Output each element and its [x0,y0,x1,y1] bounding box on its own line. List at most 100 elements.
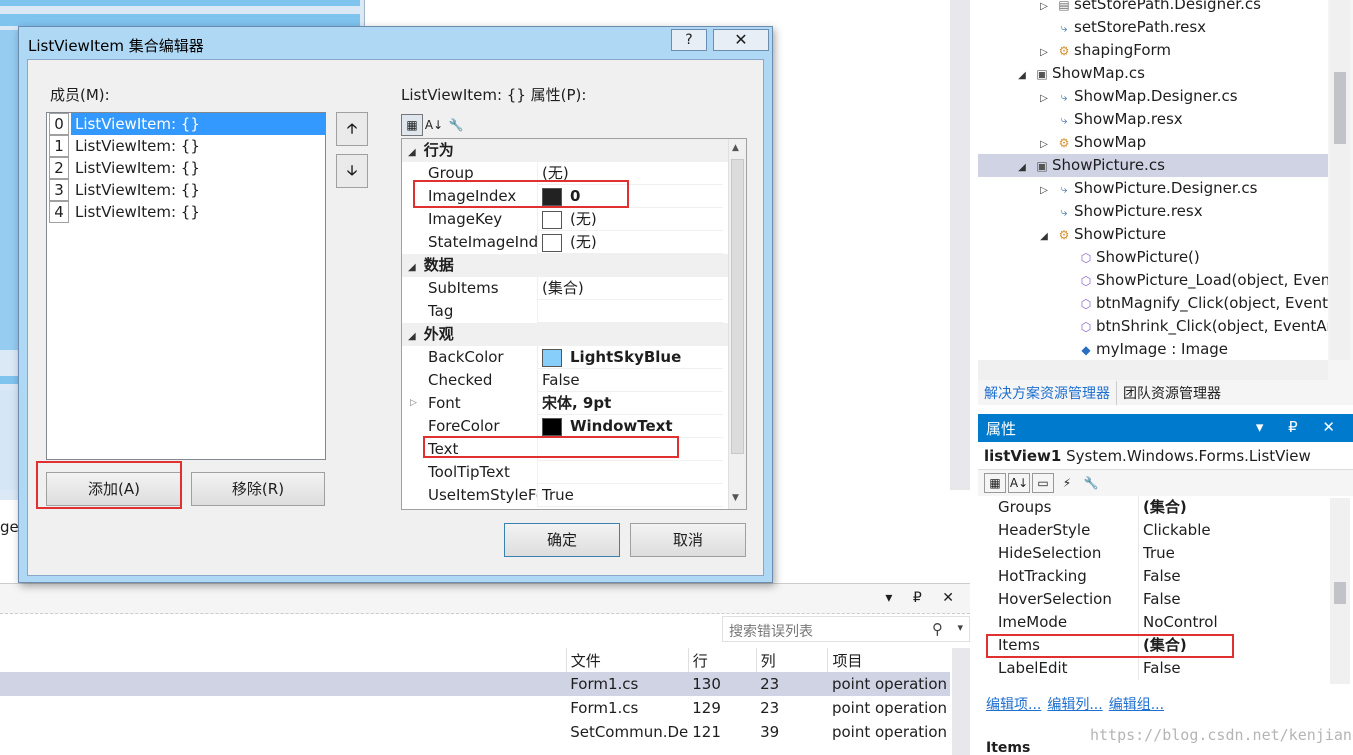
property-row-text[interactable]: Text [402,438,746,461]
tree-node[interactable]: ⤷ setStorePath.resx [1034,16,1206,39]
property-row[interactable]: Checked False [402,369,746,392]
column-header-file[interactable]: 文件 [565,648,689,672]
scroll-up-icon[interactable]: ▲ [732,143,739,153]
expand-icon[interactable]: ▷ [1034,41,1054,64]
events-icon[interactable]: ⚡ [1056,473,1078,493]
property-row[interactable]: Group (无) [402,162,746,185]
tree-node[interactable]: ▷ ⚙ ShowMap [1034,131,1146,154]
table-row[interactable]: SetCommun.De 121 39 point operation [0,720,950,744]
property-row[interactable]: HoverSelection False [978,588,1353,611]
ok-button[interactable]: 确定 [504,523,620,557]
property-row[interactable]: BackColor LightSkyBlue [402,346,746,369]
solution-tree-vscroll[interactable] [1330,0,1350,360]
category-appearance[interactable]: ◢ 外观 [402,323,746,346]
tree-node[interactable]: ⬡ btnShrink_Click(object, EventAr [1076,315,1328,338]
property-list-scrollbar[interactable] [1330,498,1350,684]
properties-window-buttons[interactable]: ▾ ₽ ✕ [1256,418,1345,436]
scroll-thumb[interactable] [1334,582,1346,604]
tree-node[interactable]: ▷ ⤷ ShowPicture.Designer.cs [1034,177,1257,200]
scroll-down-icon[interactable]: ▼ [732,493,739,503]
chevron-down-icon[interactable]: ▾ [957,621,963,634]
close-button[interactable]: ✕ [713,29,769,51]
cancel-button[interactable]: 取消 [630,523,746,557]
expand-icon[interactable]: ▷ [1034,133,1054,156]
table-row[interactable]: Form1.cs 129 23 point operation [0,696,950,720]
move-down-button[interactable]: 🡣 [336,154,368,188]
property-row[interactable]: HideSelection True [978,542,1353,565]
property-row[interactable]: HotTracking False [978,565,1353,588]
expand-icon[interactable]: ▷ [410,392,417,415]
search-icon[interactable]: ⚲ [932,620,943,638]
property-row[interactable]: ImeMode NoControl [978,611,1353,634]
collapse-icon[interactable]: ◢ [1034,225,1054,248]
help-button[interactable]: ? [671,29,707,51]
property-row[interactable]: UseItemStyleForSubItemsTrue [402,484,746,507]
property-pages-icon[interactable]: 🔧 [1080,473,1102,493]
list-item[interactable]: 3 ListViewItem: {} [47,179,325,201]
tree-node[interactable]: ⤷ ShowPicture.resx [1034,200,1203,223]
property-row[interactable]: StateImageIndex(无) [402,231,746,254]
property-row-items[interactable]: Items (集合) [978,634,1353,657]
category-behavior[interactable]: ◢ 行为 [402,139,746,162]
tab-team-explorer[interactable]: 团队资源管理器 [1117,381,1227,405]
property-row[interactable]: ToolTipText [402,461,746,484]
edit-groups-link[interactable]: 编辑组... [1109,697,1164,713]
add-button[interactable]: 添加(A) [46,472,182,506]
remove-button[interactable]: 移除(R) [191,472,325,506]
property-row[interactable]: HeaderStyle Clickable [978,519,1353,542]
error-list-window-buttons[interactable]: ▾ ₽ ✕ [885,590,962,606]
property-grid-scrollbar[interactable]: ▲ ▼ [728,139,746,509]
column-header-col[interactable]: 列 [755,648,828,672]
tree-node[interactable]: ⬡ btnMagnify_Click(object, Event [1076,292,1328,315]
property-row[interactable]: ForeColor WindowText [402,415,746,438]
solution-tree-hscroll[interactable] [978,360,1328,380]
members-list[interactable]: 0 ListViewItem: {} 1 ListViewItem: {} 2 Lis… [46,112,326,460]
tree-node[interactable]: ⤷ ShowMap.resx [1034,108,1183,131]
scroll-thumb[interactable] [731,159,744,454]
list-item[interactable]: 2 ListViewItem: {} [47,157,325,179]
tree-node-selected[interactable]: ◢ ▣ ShowPicture.cs [978,154,1328,177]
edit-columns-link[interactable]: 编辑列... [1047,697,1102,713]
property-row[interactable]: LabelEdit False [978,657,1353,680]
category-data[interactable]: ◢ 数据 [402,254,746,277]
categorized-icon[interactable]: ▦ [401,114,423,136]
object-selector[interactable]: listView1 System.Windows.Forms.ListView [978,442,1353,470]
tree-node[interactable]: ◆ myImage : Image [1076,338,1228,360]
collapse-icon[interactable]: ◢ [1012,64,1032,87]
collapse-icon[interactable]: ◢ [408,262,416,273]
collapse-icon[interactable]: ◢ [408,147,416,158]
imageindex-value[interactable]: 0 [538,185,723,208]
tree-node[interactable]: ◢ ▣ ShowMap.cs [1012,62,1145,85]
property-row[interactable]: SubItems (集合) [402,277,746,300]
property-row[interactable]: ImageKey (无) [402,208,746,231]
categorized-icon[interactable]: ▦ [984,473,1006,493]
collapse-icon[interactable]: ◢ [1012,156,1032,179]
property-pages-icon[interactable]: 🔧 [445,114,467,136]
table-row[interactable]: Form1.cs 130 23 point operation [0,672,950,696]
property-row[interactable]: Tag [402,300,746,323]
alphabetical-icon[interactable]: A↓ [1008,473,1030,493]
error-list-search[interactable]: 搜索错误列表 ⚲ ▾ [722,616,970,642]
property-row-imageindex[interactable]: ImageIndex 0 [402,185,746,208]
tree-node[interactable]: ⬡ ShowPicture() [1076,246,1200,269]
expand-icon[interactable]: ▷ [1034,179,1054,202]
list-item[interactable]: 0 ListViewItem: {} [47,113,325,135]
edit-items-link[interactable]: 编辑项... [986,697,1041,713]
list-item[interactable]: 1 ListViewItem: {} [47,135,325,157]
scroll-thumb[interactable] [1334,72,1346,144]
alphabetical-icon[interactable]: A↓ [423,114,445,136]
column-header-line[interactable]: 行 [687,648,757,672]
list-item[interactable]: 4 ListViewItem: {} [47,201,325,223]
move-up-button[interactable]: 🡡 [336,112,368,146]
property-row[interactable]: ▷ Font 宋体, 9pt [402,392,746,415]
tree-node[interactable]: ▷ ⚙ shapingForm [1034,39,1171,62]
tree-node[interactable]: ▷ ⤷ ShowMap.Designer.cs [1034,85,1237,110]
expand-icon[interactable]: ▷ [1034,87,1054,110]
tree-node[interactable]: ▷ ▤ setStorePath.Designer.cs [1034,0,1261,16]
error-list-scrollbar[interactable] [952,648,970,755]
tree-node[interactable]: ⬡ ShowPicture_Load(object, Even [1076,269,1328,292]
property-row[interactable]: Groups (集合) [978,496,1353,519]
tree-node[interactable]: ◢ ⚙ ShowPicture [1034,223,1166,246]
tab-solution-explorer[interactable]: 解决方案资源管理器 [978,381,1117,405]
properties-icon[interactable]: ▭ [1032,473,1054,493]
